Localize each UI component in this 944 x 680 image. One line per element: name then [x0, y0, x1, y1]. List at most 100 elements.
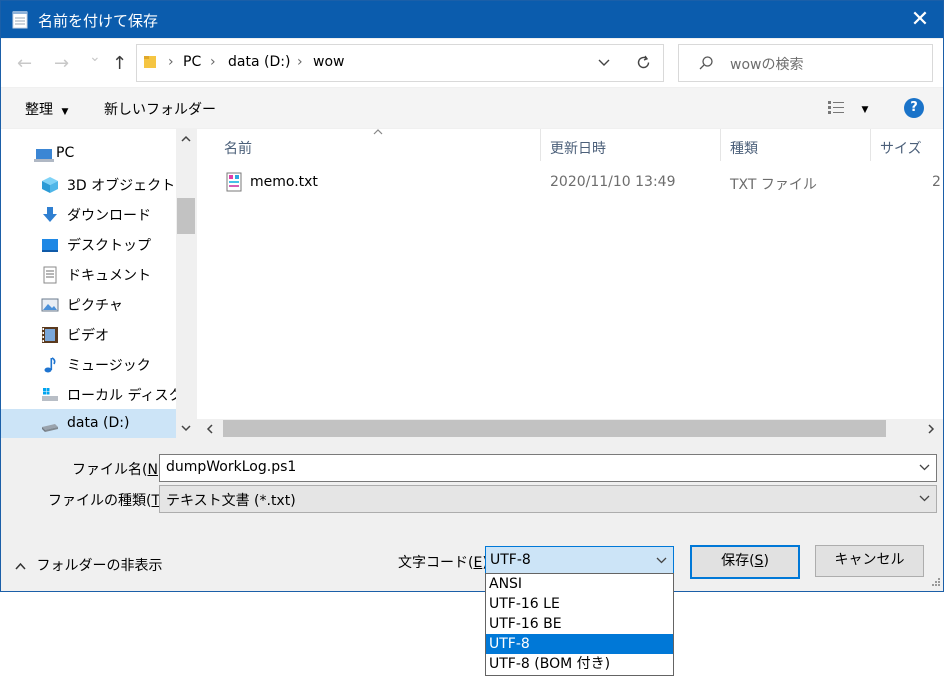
navigation-pane-scrollbar[interactable]: [176, 129, 196, 438]
chevron-up-icon: [15, 562, 26, 570]
sidebar-item-downloads[interactable]: ダウンロード: [1, 199, 176, 229]
column-header-type[interactable]: 種類: [730, 138, 758, 158]
chevron-down-icon[interactable]: [919, 464, 930, 471]
view-options-button[interactable]: ▼: [827, 99, 868, 119]
sidebar-item-label: ピクチャ: [67, 298, 123, 314]
file-modified: 2020/11/10 13:49: [550, 174, 676, 190]
sidebar-item-pc[interactable]: PC: [1, 139, 176, 169]
scroll-thumb[interactable]: [223, 420, 886, 437]
file-size: 2: [932, 174, 941, 190]
encoding-option-utf8[interactable]: UTF-8: [486, 634, 673, 654]
videos-icon: [42, 327, 58, 343]
documents-icon: [43, 266, 57, 284]
command-bar: 整理 ▼ 新しいフォルダー ▼ ?: [1, 88, 943, 128]
filetype-select[interactable]: テキスト文書 (*.txt): [159, 485, 937, 513]
navigation-pane: PC 3D オブジェクト ダウンロード デスクトップ ドキュメント ピクチャ ビ…: [1, 129, 176, 438]
caret-down-icon: ▼: [61, 107, 69, 117]
folder-icon: [144, 56, 156, 68]
file-type: TXT ファイル: [730, 177, 817, 193]
filetype-label: ファイルの種類(T):: [48, 493, 170, 509]
title-bar: 名前を付けて保存 ✕: [1, 1, 943, 38]
refresh-button[interactable]: [623, 44, 664, 82]
filename-label: ファイル名(N):: [72, 462, 168, 478]
help-icon[interactable]: ?: [904, 98, 924, 118]
back-button[interactable]: ←: [17, 53, 32, 74]
filetype-value: テキスト文書 (*.txt): [166, 493, 296, 509]
breadcrumb-pc[interactable]: PC: [183, 54, 201, 70]
sidebar-item-label: 3D オブジェクト: [67, 178, 176, 194]
encoding-dropdown-list: ANSI UTF-16 LE UTF-16 BE UTF-8 UTF-8 (BO…: [485, 573, 674, 676]
sidebar-item-music[interactable]: ミュージック: [1, 349, 176, 379]
sidebar-item-label: PC: [56, 145, 75, 161]
3d-objects-icon: [42, 177, 58, 193]
column-divider[interactable]: [540, 129, 541, 161]
sidebar-item-label: ビデオ: [67, 328, 109, 344]
resize-grip-icon[interactable]: [929, 577, 941, 589]
scroll-thumb[interactable]: [177, 198, 195, 234]
music-icon: [44, 357, 56, 373]
breadcrumb-separator: ›: [168, 54, 174, 70]
breadcrumb-data-drive[interactable]: data (D:): [228, 54, 290, 70]
scroll-up-icon[interactable]: [181, 135, 191, 142]
scroll-right-icon[interactable]: [928, 424, 935, 434]
column-divider[interactable]: [870, 129, 871, 161]
filename-combobox[interactable]: dumpWorkLog.ps1: [159, 454, 937, 482]
organize-button[interactable]: 整理 ▼: [25, 99, 68, 119]
address-bar[interactable]: › PC › data (D:) › wow: [136, 44, 625, 82]
breadcrumb-separator: ›: [210, 54, 216, 70]
sidebar-item-label: data (D:): [67, 415, 130, 431]
file-row[interactable]: memo.txt 2020/11/10 13:49 TXT ファイル 2: [197, 169, 943, 197]
pc-icon: [34, 149, 54, 162]
breadcrumb-wow[interactable]: wow: [313, 54, 344, 70]
sidebar-item-data-drive[interactable]: data (D:): [1, 409, 176, 438]
new-folder-button[interactable]: 新しいフォルダー: [104, 99, 216, 119]
download-icon: [43, 207, 57, 222]
file-list-horizontal-scrollbar[interactable]: [197, 419, 943, 438]
encoding-option-utf8-bom[interactable]: UTF-8 (BOM 付き): [486, 654, 673, 674]
forward-button[interactable]: →: [54, 53, 69, 74]
refresh-icon: [637, 55, 650, 69]
sidebar-item-label: ローカル ディスク (C: [67, 388, 176, 404]
sidebar-item-local-disk[interactable]: ローカル ディスク (C: [1, 379, 176, 409]
save-button[interactable]: 保存(S): [690, 545, 800, 579]
details-view-icon: [828, 101, 844, 114]
cancel-button[interactable]: キャンセル: [815, 545, 924, 577]
scroll-left-icon[interactable]: [206, 424, 213, 434]
desktop-icon: [42, 239, 58, 252]
chevron-down-icon[interactable]: [919, 495, 930, 502]
chevron-down-icon[interactable]: [656, 557, 667, 564]
scroll-down-icon[interactable]: [181, 425, 191, 432]
text-file-icon: [226, 172, 242, 192]
sidebar-item-label: ドキュメント: [67, 268, 151, 284]
sidebar-item-pictures[interactable]: ピクチャ: [1, 289, 176, 319]
sidebar-item-3d-objects[interactable]: 3D オブジェクト: [1, 169, 176, 199]
sidebar-item-videos[interactable]: ビデオ: [1, 319, 176, 349]
chevron-down-icon[interactable]: [598, 59, 610, 67]
file-name: memo.txt: [250, 174, 318, 190]
close-button[interactable]: ✕: [897, 1, 943, 38]
sidebar-item-documents[interactable]: ドキュメント: [1, 259, 176, 289]
column-divider[interactable]: [720, 129, 721, 161]
column-header-name[interactable]: 名前: [224, 138, 252, 158]
up-button[interactable]: ↑: [112, 53, 127, 74]
sidebar-item-label: ミュージック: [67, 358, 151, 374]
sidebar-item-desktop[interactable]: デスクトップ: [1, 229, 176, 259]
organize-label: 整理: [25, 102, 53, 118]
breadcrumb-separator: ›: [297, 54, 303, 70]
encoding-option-utf16le[interactable]: UTF-16 LE: [486, 594, 673, 614]
encoding-option-utf16be[interactable]: UTF-16 BE: [486, 614, 673, 634]
search-box[interactable]: wowの検索: [678, 44, 933, 82]
sidebar-item-label: ダウンロード: [67, 208, 151, 224]
filename-value: dumpWorkLog.ps1: [166, 459, 297, 475]
column-header-size[interactable]: サイズ: [880, 138, 922, 158]
column-header-modified[interactable]: 更新日時: [550, 138, 606, 158]
save-as-dialog: 名前を付けて保存 ✕ ← → ⌄ ↑ › PC › data (D:) › wo…: [0, 0, 944, 592]
hide-folders-toggle[interactable]: フォルダーの非表示: [15, 555, 162, 575]
sort-ascending-icon: [373, 129, 383, 135]
local-disk-icon: [42, 388, 58, 401]
encoding-select[interactable]: UTF-8: [485, 546, 674, 575]
recent-locations-button[interactable]: ⌄: [89, 49, 101, 65]
encoding-value: UTF-8: [490, 552, 531, 568]
encoding-option-ansi[interactable]: ANSI: [486, 574, 673, 594]
pictures-icon: [41, 298, 59, 312]
